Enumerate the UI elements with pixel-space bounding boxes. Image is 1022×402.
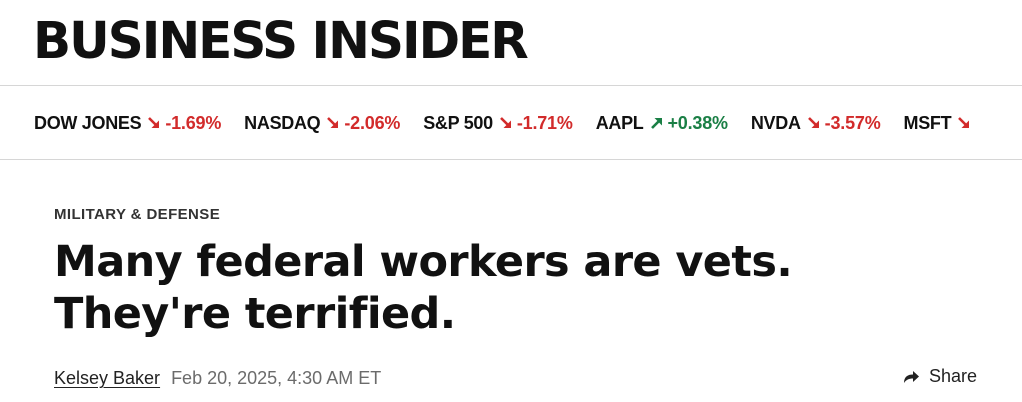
ticker-item-aapl[interactable]: AAPL +0.38% <box>596 113 728 134</box>
ticker-name: DOW JONES <box>34 112 142 133</box>
stock-ticker-bar: DOW JONES -1.69% NASDAQ -2.06% S&P 500 -… <box>0 86 1022 160</box>
ticker-change: -2.06% <box>344 112 401 133</box>
ticker-change: -1.69% <box>165 112 222 133</box>
arrow-up-right-icon <box>650 116 664 130</box>
arrow-down-right-icon <box>499 116 513 130</box>
publish-timestamp: Feb 20, 2025, 4:30 AM ET <box>171 368 382 388</box>
article-byline: Kelsey Baker Feb 20, 2025, 4:30 AM ET <box>54 368 381 389</box>
ticker-name: AAPL <box>595 112 644 133</box>
ticker-item-nasdaq[interactable]: NASDAQ -2.06% <box>244 113 400 134</box>
article-category-link[interactable]: MILITARY & DEFENSE <box>54 206 220 223</box>
arrow-down-right-icon <box>807 116 821 130</box>
share-arrow-icon <box>902 369 920 385</box>
ticker-change: -1.71% <box>516 112 573 133</box>
arrow-down-right-icon <box>326 116 340 130</box>
article-headline: Many federal workers are vets. They're t… <box>54 237 793 339</box>
ticker-item-sp500[interactable]: S&P 500 -1.71% <box>423 112 573 134</box>
arrow-down-right-icon <box>957 116 971 130</box>
ticker-name: NASDAQ <box>244 112 321 133</box>
site-header: BUSINESS INSIDER <box>0 0 1022 86</box>
ticker-item-nvda[interactable]: NVDA -3.57% <box>751 113 881 134</box>
author-link[interactable]: Kelsey Baker <box>54 368 160 389</box>
ticker-item-dow-jones[interactable]: DOW JONES -1.69% <box>34 113 221 134</box>
stock-ticker-list: DOW JONES -1.69% NASDAQ -2.06% S&P 500 -… <box>34 86 998 159</box>
ticker-change: -3.57% <box>824 112 881 133</box>
share-button[interactable]: Share <box>902 366 977 387</box>
arrow-down-right-icon <box>147 116 161 130</box>
ticker-item-msft[interactable]: MSFT <box>904 113 976 134</box>
site-logo[interactable]: BUSINESS INSIDER <box>33 10 529 71</box>
ticker-name: S&P 500 <box>423 112 493 133</box>
ticker-name: NVDA <box>750 112 801 133</box>
ticker-name: MSFT <box>903 112 952 133</box>
ticker-change: +0.38% <box>667 112 729 133</box>
share-label: Share <box>929 366 978 386</box>
